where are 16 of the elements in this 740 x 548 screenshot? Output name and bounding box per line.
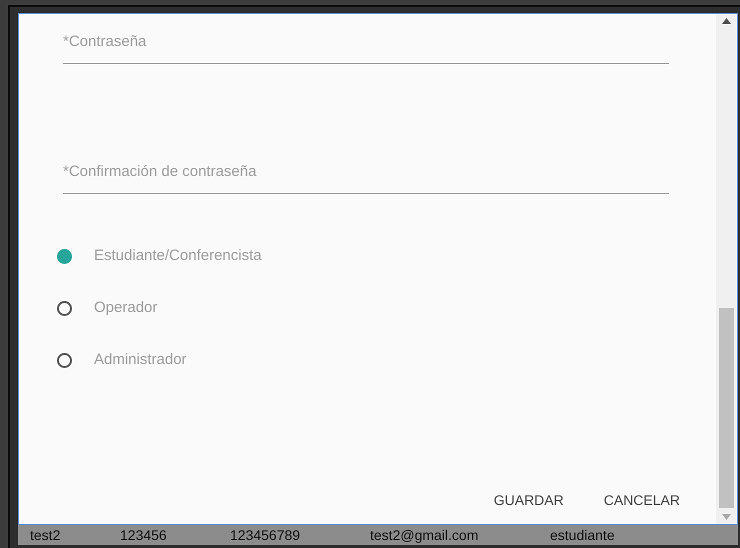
table-cell-text: 123456 xyxy=(120,526,168,544)
scrollbar-thumb[interactable] xyxy=(719,308,734,508)
table-cell-text: estudiante xyxy=(550,526,616,544)
role-radio[interactable]: Administrador xyxy=(57,348,672,372)
role-radio[interactable]: Operador xyxy=(57,296,672,320)
dialog-button[interactable]: GUARDAR xyxy=(480,482,578,518)
table-cell-text: 123456789 xyxy=(230,526,302,544)
scrollbar[interactable] xyxy=(716,14,737,524)
table-cell-text: test2@gmail.com xyxy=(370,526,480,544)
role-radio[interactable]: Estudiante/Conferencista xyxy=(57,244,672,268)
scroll-up-icon[interactable] xyxy=(722,18,731,24)
password-field[interactable]: *Confirmación de contraseña xyxy=(63,150,669,194)
password-field[interactable]: *Contraseña xyxy=(63,20,669,64)
scroll-down-icon[interactable] xyxy=(722,514,731,520)
table-cell-text: test2 xyxy=(30,526,62,544)
dialog-button[interactable]: CANCELAR xyxy=(590,482,694,518)
